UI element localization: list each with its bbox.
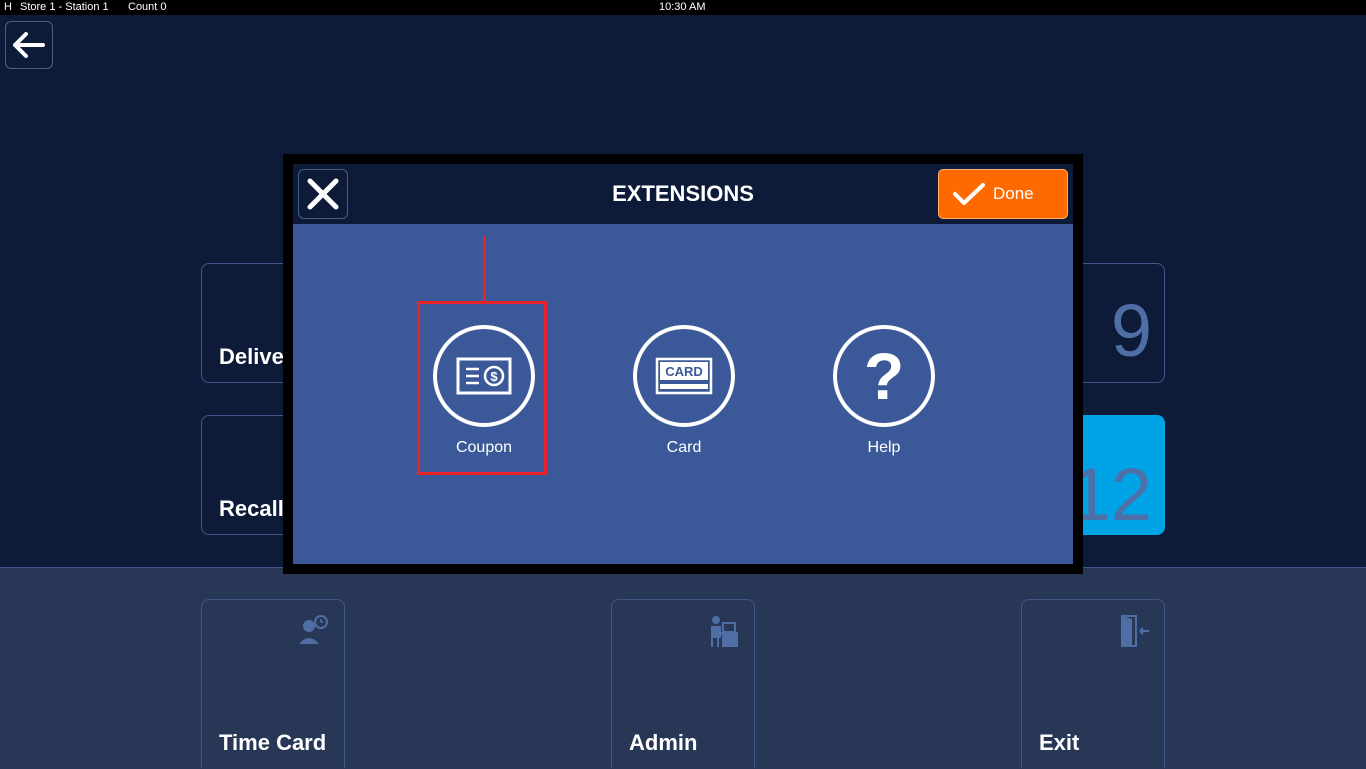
svg-text:$: $ (490, 369, 498, 384)
coupon-icon: $ (433, 325, 535, 427)
exit-door-icon (1120, 614, 1150, 653)
help-icon-glyph: ? (863, 339, 905, 413)
admin-label: Admin (629, 730, 698, 755)
extension-help-label: Help (867, 439, 901, 456)
order-count: Count 0 (128, 1, 167, 13)
extension-coupon[interactable]: $ Coupon (429, 325, 539, 457)
time-card-label: Time Card (219, 730, 327, 755)
extension-card-label: Card (666, 439, 702, 456)
arrow-left-icon (13, 32, 45, 58)
status-bar: H Store 1 - Station 1 Count 0 10:30 AM (0, 0, 1366, 15)
extensions-grid: $ Coupon CARD Card ? Help (293, 224, 1073, 564)
annotation-pointer-line (483, 236, 486, 302)
tile-recall-count-panel[interactable]: 12 (1070, 415, 1165, 535)
mode-indicator: H (4, 1, 12, 13)
help-icon: ? (833, 325, 935, 427)
card-icon: CARD (633, 325, 735, 427)
checkmark-icon (953, 183, 985, 205)
done-button[interactable]: Done (938, 169, 1068, 219)
extensions-dialog: EXTENSIONS Done $ Coupon CARD Card ? Hel… (283, 154, 1083, 574)
clock: 10:30 AM (659, 1, 706, 13)
extension-help[interactable]: ? Help (829, 325, 939, 457)
time-card-icon (298, 614, 330, 651)
admin-desk-icon (708, 614, 740, 653)
back-button[interactable] (5, 21, 53, 69)
tile-recall-label: Recall (219, 496, 284, 521)
tile-delivery-count: 9 (1110, 289, 1152, 372)
store-station: Store 1 - Station 1 (20, 1, 109, 13)
tile-delivery-label: Delive (219, 344, 284, 369)
dialog-header: EXTENSIONS Done (293, 164, 1073, 224)
time-card-button[interactable]: Time Card (201, 599, 345, 768)
admin-button[interactable]: Admin (611, 599, 755, 768)
exit-label: Exit (1039, 730, 1080, 755)
extension-card[interactable]: CARD Card (629, 325, 739, 457)
exit-button[interactable]: Exit (1021, 599, 1165, 768)
extension-coupon-label: Coupon (455, 439, 513, 456)
done-label: Done (993, 184, 1034, 203)
card-icon-text: CARD (665, 364, 703, 379)
